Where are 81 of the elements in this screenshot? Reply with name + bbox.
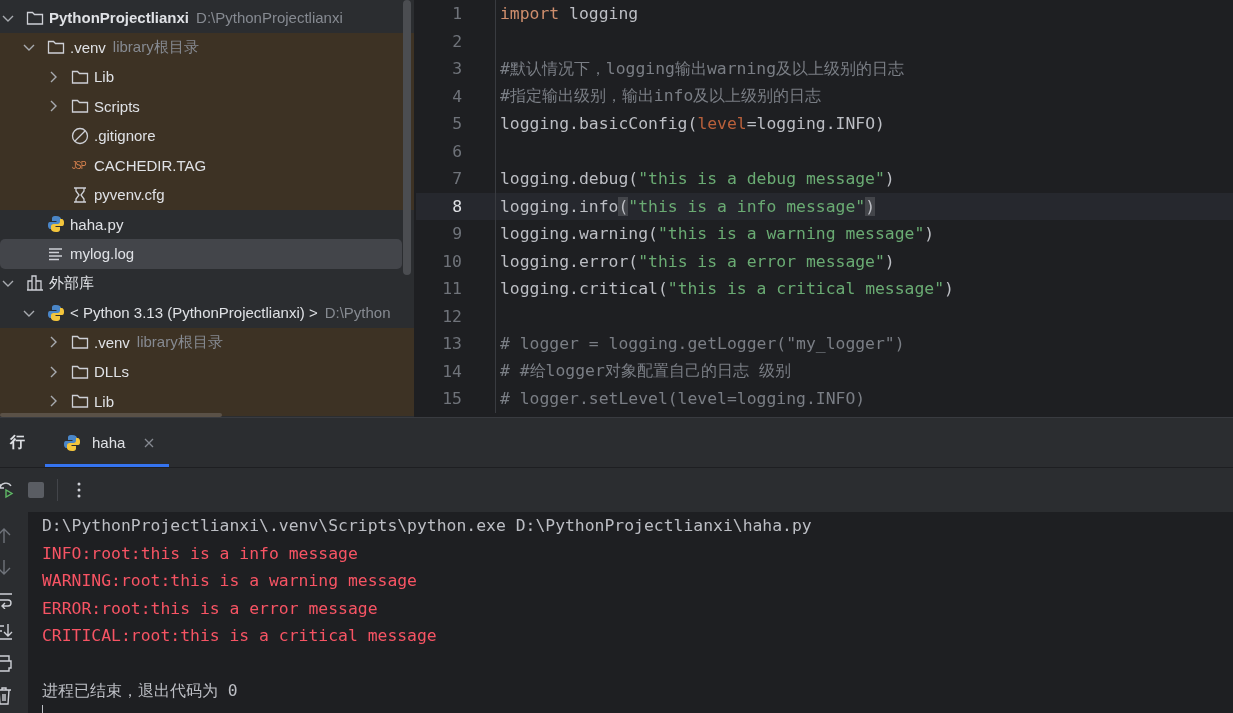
code-line: # #给logger对象配置自己的日志 级别 (500, 360, 791, 383)
tree-item[interactable]: JSP CACHEDIR.TAG (0, 150, 402, 180)
panel-title: 行 (10, 433, 26, 452)
console-line: WARNING:root:this is a warning message (42, 570, 418, 592)
tree-item[interactable]: .venv library根目录 (0, 32, 402, 62)
code-line: # logger.setLevel(level=logging.INFO) (500, 389, 866, 409)
code-line: logging.basicConfig(level=logging.INFO) (500, 114, 885, 134)
tree-item[interactable]: .venv library根目录 (0, 327, 402, 357)
line-number: 12 (441, 306, 463, 326)
horizontal-scrollbar[interactable] (0, 413, 222, 417)
item-label: Lib (94, 68, 115, 86)
trash-icon[interactable] (0, 686, 14, 705)
console-line: 进程已结束，退出代码为 0 (42, 680, 239, 702)
line-number: 10 (441, 251, 463, 271)
line-number: 1 (451, 4, 463, 24)
tree-item[interactable]: DLLs (0, 357, 402, 387)
item-label: DLLs (94, 363, 130, 381)
rerun-icon[interactable] (0, 481, 15, 499)
python-icon (62, 432, 82, 453)
item-label: 外部库 (49, 273, 94, 293)
line-number: 15 (441, 389, 463, 409)
wrap-icon[interactable] (0, 590, 14, 609)
tree-item[interactable]: PythonProjectlianxi D:\PythonProjectlianxi (0, 3, 402, 33)
text-cursor (42, 704, 43, 713)
tree-item[interactable]: haha.py (0, 209, 402, 239)
tree-item[interactable]: .gitignore (0, 121, 402, 151)
console-line: D:\PythonProjectlianxi\.venv\Scripts\python.exe D:\PythonProjectlianxi\haha.py (42, 515, 813, 537)
line-number: 3 (451, 59, 463, 79)
item-label: Lib (94, 392, 115, 410)
console-line: INFO:root:this is a info message (42, 542, 359, 565)
console-line: CRITICAL:root:this is a critical message (42, 625, 438, 647)
item-label: .venv (70, 38, 106, 56)
tree-item[interactable]: pyvenv.cfg (0, 180, 402, 210)
code-line: logging.info("this is a info message") (500, 196, 875, 216)
tree-item[interactable]: mylog.log (0, 239, 402, 269)
item-label: haha.py (70, 215, 124, 233)
print-icon[interactable] (0, 654, 14, 673)
line-number: 4 (451, 86, 463, 106)
tree-item[interactable]: Scripts (0, 91, 402, 121)
item-label: Scripts (94, 97, 140, 115)
code-line: logging.warning("this is a warning message") (500, 224, 935, 244)
code-line: logging.debug("this is a debug message") (500, 169, 895, 189)
line-number: 5 (451, 114, 463, 134)
tree-item[interactable]: < Python 3.13 (PythonProjectlianxi) > D:\Python (0, 298, 402, 328)
item-label: < Python 3.13 (PythonProjectlianxi) > (70, 304, 318, 322)
line-number: 7 (451, 169, 463, 189)
item-label: .venv (94, 333, 130, 351)
item-hint: D:\Python (324, 304, 391, 322)
tree-item[interactable]: Lib (0, 62, 402, 92)
console-line: ERROR:root:this is a error message (42, 597, 379, 620)
line-number: 14 (441, 361, 463, 381)
code-line: logging.critical("this is a critical message") (500, 279, 954, 299)
tree-item[interactable]: 外部库 (0, 268, 402, 298)
code-line: import logging (500, 4, 639, 24)
code-line: #指定输出级别，输出info及以上级别的日志 (500, 85, 822, 108)
item-label: PythonProjectlianxi (49, 9, 190, 27)
close-icon[interactable] (143, 436, 156, 449)
line-number: 13 (441, 334, 463, 354)
code-line: # logger = logging.getLogger("my_logger") (500, 334, 905, 354)
item-hint: library根目录 (112, 37, 199, 57)
item-label: CACHEDIR.TAG (94, 156, 207, 174)
item-label: mylog.log (70, 245, 135, 263)
vertical-scrollbar[interactable] (403, 0, 411, 275)
line-number: 11 (441, 279, 463, 299)
library-icon (25, 273, 45, 294)
python-icon (46, 302, 66, 323)
item-label: pyvenv.cfg (94, 186, 165, 204)
prohibited-icon (70, 125, 90, 146)
scroll-to-end-icon[interactable] (0, 622, 14, 641)
line-number: 9 (451, 224, 463, 244)
item-label: .gitignore (94, 127, 156, 145)
python-icon (46, 214, 66, 235)
file-type-label: JSP (72, 159, 87, 172)
item-hint: D:\PythonProjectlianxi (196, 9, 343, 27)
code-line: #默认情况下，logging输出warning及以上级别的日志 (500, 57, 905, 80)
line-number: 2 (451, 31, 463, 51)
line-number: 6 (451, 141, 463, 161)
item-hint: library根目录 (136, 332, 223, 352)
code-line: logging.error("this is a error message") (500, 251, 895, 271)
line-number: 8 (451, 196, 463, 216)
tree-item[interactable]: Lib (0, 386, 402, 416)
